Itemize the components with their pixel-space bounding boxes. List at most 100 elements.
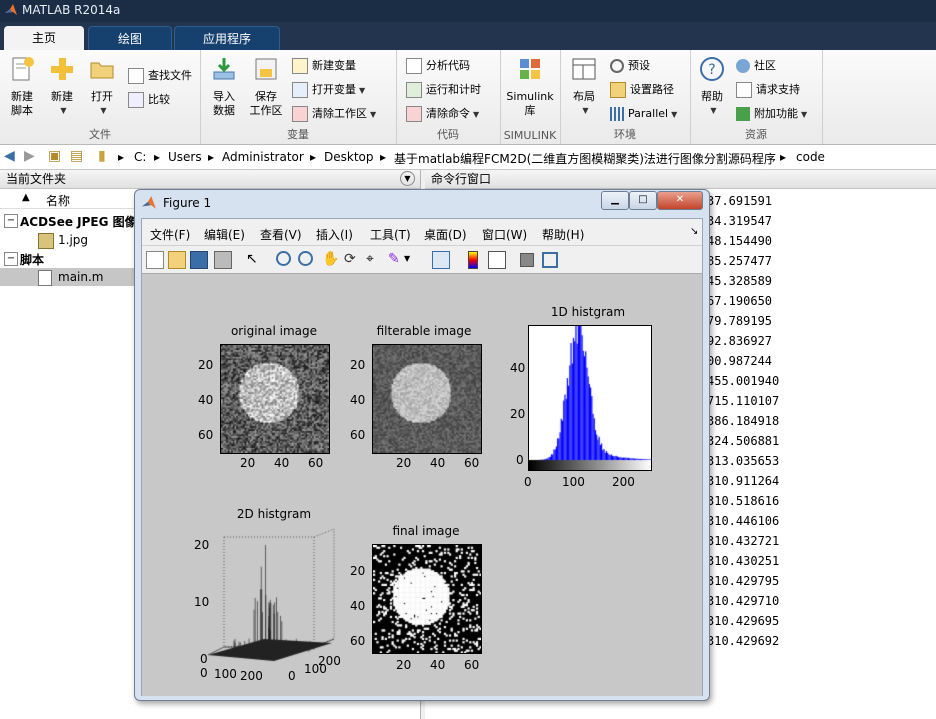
crumb-desktop[interactable]: Desktop — [324, 150, 374, 164]
up-folder-icon[interactable]: ▣ — [48, 148, 61, 164]
maximize-button[interactable]: □ — [629, 191, 657, 210]
import-data-button[interactable]: 导入 数据 — [204, 56, 244, 118]
crumb-separator-icon: ▸ — [780, 150, 787, 164]
final-image-plot[interactable] — [372, 544, 482, 654]
file-group-label: 文件 — [89, 128, 111, 141]
menu-view[interactable]: 查看(V) — [260, 226, 302, 243]
run-and-time-button[interactable]: 运行和计时 — [406, 80, 481, 100]
tab-home[interactable]: 主页 — [4, 26, 84, 50]
browse-folder-icon[interactable]: ▤ — [70, 148, 83, 164]
menu-insert[interactable]: 插入(I) — [316, 226, 353, 243]
parallel-button[interactable]: Parallel ▼ — [610, 104, 677, 124]
ribbon-tab-bar: 主页 绘图 应用程序 — [0, 22, 936, 51]
pointer-icon[interactable]: ↖ — [246, 251, 262, 267]
set-path-button[interactable]: 设置路径 — [610, 80, 674, 100]
back-arrow-icon[interactable]: ◀ — [4, 148, 15, 164]
clear-workspace-button[interactable]: 清除工作区 ▼ — [292, 104, 376, 124]
command-output-line: 455.001940 — [707, 374, 780, 388]
addons-icon — [736, 107, 750, 121]
new-variable-button[interactable]: 新建变量 — [292, 56, 356, 76]
minimize-button[interactable]: ▁ — [601, 191, 629, 210]
new-figure-icon[interactable] — [146, 251, 164, 269]
show-plot-tools-icon[interactable] — [542, 252, 558, 268]
simulink-library-button[interactable]: Simulink 库 — [506, 56, 554, 118]
hist2d-ztick: 0 — [200, 652, 208, 666]
collapse-toggle-icon[interactable]: − — [4, 252, 18, 266]
colorbar-icon[interactable] — [468, 251, 478, 269]
find-files-button[interactable]: 查找文件 — [128, 66, 192, 86]
menu-tools[interactable]: 工具(T) — [370, 226, 411, 243]
help-button[interactable]: ? 帮助 ▼ — [692, 56, 732, 118]
hist2d-plot[interactable] — [204, 525, 336, 665]
crumb-c[interactable]: C: — [134, 150, 146, 164]
brush-dropdown-icon[interactable]: ▼ — [404, 251, 420, 267]
resources-group-label: 资源 — [745, 128, 767, 141]
brush-icon[interactable]: ✎ — [388, 251, 404, 267]
tree-group-jpeg[interactable]: ACDSee JPEG 图像 — [20, 213, 137, 230]
save-workspace-icon — [255, 58, 277, 80]
open-file-icon[interactable] — [168, 251, 186, 269]
crumb-code[interactable]: code — [796, 150, 825, 164]
final-xtick: 20 — [396, 658, 412, 672]
zoom-out-icon[interactable] — [298, 251, 313, 266]
save-workspace-button[interactable]: 保存 工作区 — [246, 56, 286, 118]
analyze-code-button[interactable]: 分析代码 — [406, 56, 470, 76]
menu-window[interactable]: 窗口(W) — [482, 226, 527, 243]
tree-group-scripts[interactable]: 脚本 — [20, 251, 44, 268]
forward-arrow-icon[interactable]: ▶ — [24, 148, 35, 164]
tab-plots[interactable]: 绘图 — [88, 26, 172, 51]
preferences-button[interactable]: 预设 — [610, 56, 650, 76]
legend-icon[interactable] — [488, 251, 506, 269]
sort-arrow-icon[interactable]: ▲ — [22, 192, 30, 203]
collapse-toggle-icon[interactable]: − — [4, 214, 18, 228]
save-figure-icon[interactable] — [190, 251, 208, 269]
menu-help[interactable]: 帮助(H) — [542, 226, 584, 243]
panel-menu-icon[interactable]: ▼ — [400, 171, 415, 186]
new-script-button[interactable]: 新建 脚本 — [2, 56, 42, 118]
menu-desktop[interactable]: 桌面(D) — [424, 226, 467, 243]
zoom-in-icon[interactable] — [276, 251, 291, 266]
code-group-label: 代码 — [437, 128, 459, 141]
request-support-button[interactable]: 请求支持 — [736, 80, 800, 100]
hist1d-title: 1D histgram — [550, 305, 626, 319]
crumb-administrator[interactable]: Administrator — [222, 150, 304, 164]
original-ytick: 60 — [198, 428, 214, 442]
compare-button[interactable]: 比较 — [128, 90, 170, 110]
layout-button[interactable]: 布局 ▼ — [564, 56, 604, 118]
tree-file-1jpg[interactable]: 1.jpg — [58, 233, 88, 247]
data-cursor-icon[interactable]: ⌖ — [366, 251, 382, 267]
environment-group-label: 环境 — [614, 128, 636, 141]
menu-file[interactable]: 文件(F) — [150, 226, 190, 243]
menu-dock-arrow-icon[interactable]: ↘ — [690, 226, 698, 237]
find-files-label: 查找文件 — [148, 69, 192, 82]
clear-commands-button[interactable]: 清除命令 ▼ — [406, 104, 479, 124]
community-button[interactable]: 社区 — [736, 56, 776, 76]
crumb-project-folder[interactable]: 基于matlab编程FCM2D(二维直方图模糊聚类)法进行图像分割源码程序 — [394, 150, 776, 167]
column-name-header[interactable]: 名称 — [46, 192, 70, 209]
command-output-line: 386.184918 — [707, 414, 780, 428]
filterable-image-plot[interactable] — [372, 344, 482, 454]
tree-file-main[interactable]: main.m — [58, 270, 104, 284]
menu-edit[interactable]: 编辑(E) — [204, 226, 245, 243]
command-output-line: 310.911264 — [707, 474, 780, 488]
set-path-label: 设置路径 — [630, 83, 674, 96]
print-figure-icon[interactable] — [214, 251, 232, 269]
pan-hand-icon[interactable]: ✋ — [322, 251, 339, 267]
crumb-users[interactable]: Users — [168, 150, 202, 164]
addons-button[interactable]: 附加功能 ▼ — [736, 104, 807, 124]
rotate-3d-icon[interactable]: ⟳ — [344, 251, 360, 267]
figure-canvas[interactable]: original image 20 40 60 20 40 60 filtera… — [142, 273, 702, 696]
open-button[interactable]: 打开 ▼ — [82, 56, 122, 118]
tab-apps[interactable]: 应用程序 — [174, 26, 280, 51]
command-output-line: 34.319547 — [707, 214, 773, 228]
original-image-plot[interactable] — [220, 344, 330, 454]
gear-icon — [610, 59, 624, 73]
hide-plot-tools-icon[interactable] — [520, 253, 534, 267]
link-plot-icon[interactable] — [432, 251, 450, 269]
close-button[interactable]: ✕ — [657, 191, 703, 210]
open-variable-button[interactable]: 打开变量 ▼ — [292, 80, 365, 100]
new-button[interactable]: 新建 ▼ — [42, 56, 82, 118]
figure-window[interactable]: Figure 1 ▁ □ ✕ 文件(F) 编辑(E) 查看(V) 插入(I) 工… — [134, 189, 710, 701]
hist1d-plot[interactable] — [528, 325, 652, 471]
simulink-group-label: SIMULINK — [503, 129, 557, 142]
